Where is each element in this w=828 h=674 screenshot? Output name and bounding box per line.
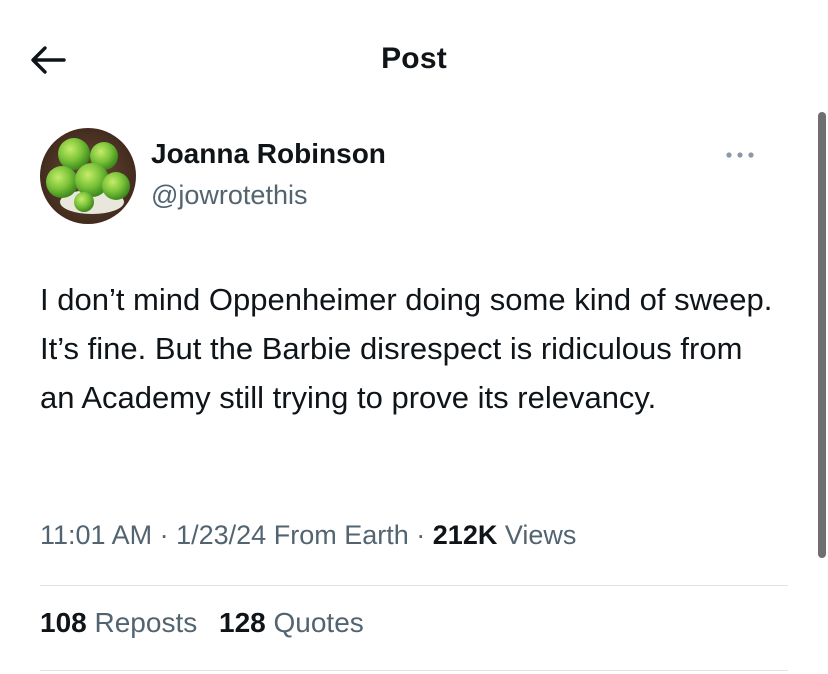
page-title: Post (381, 42, 447, 75)
author-row: Joanna Robinson @jowrotethis (40, 128, 780, 228)
post-stats: 108 Reposts 128 Quotes (40, 607, 378, 639)
meta-separator: · (159, 520, 169, 550)
views-label: Views (504, 520, 577, 550)
quotes-count: 128 (219, 607, 266, 638)
post-date[interactable]: 1/23/24 (176, 520, 266, 550)
reposts-count: 108 (40, 607, 87, 638)
more-horizontal-icon (726, 152, 754, 158)
scrollbar[interactable] (818, 112, 826, 558)
more-options-button[interactable] (720, 144, 760, 166)
divider (40, 670, 788, 671)
views-count: 212K (432, 520, 498, 550)
meta-separator: · (416, 520, 426, 550)
green-apples-avatar (40, 128, 136, 224)
post-text: I don’t mind Oppenheimer doing some kind… (40, 282, 773, 415)
post-source: From Earth (273, 520, 409, 550)
post-page: Post Joanna Robinson @jowrotethis I don’… (0, 0, 828, 674)
quotes-label: Quotes (273, 607, 364, 638)
author-handle[interactable]: @jowrotethis (151, 180, 307, 211)
post-meta: 11:01 AM · 1/23/24 From Earth · 212K Vie… (40, 520, 576, 551)
divider (40, 585, 788, 586)
top-bar: Post (0, 0, 828, 120)
reposts-label: Reposts (94, 607, 198, 638)
avatar[interactable] (40, 128, 136, 224)
post-time[interactable]: 11:01 AM (40, 520, 152, 550)
quotes-stat[interactable]: 128 Quotes (219, 607, 364, 638)
reposts-stat[interactable]: 108 Reposts (40, 607, 197, 638)
author-name[interactable]: Joanna Robinson (151, 138, 386, 170)
